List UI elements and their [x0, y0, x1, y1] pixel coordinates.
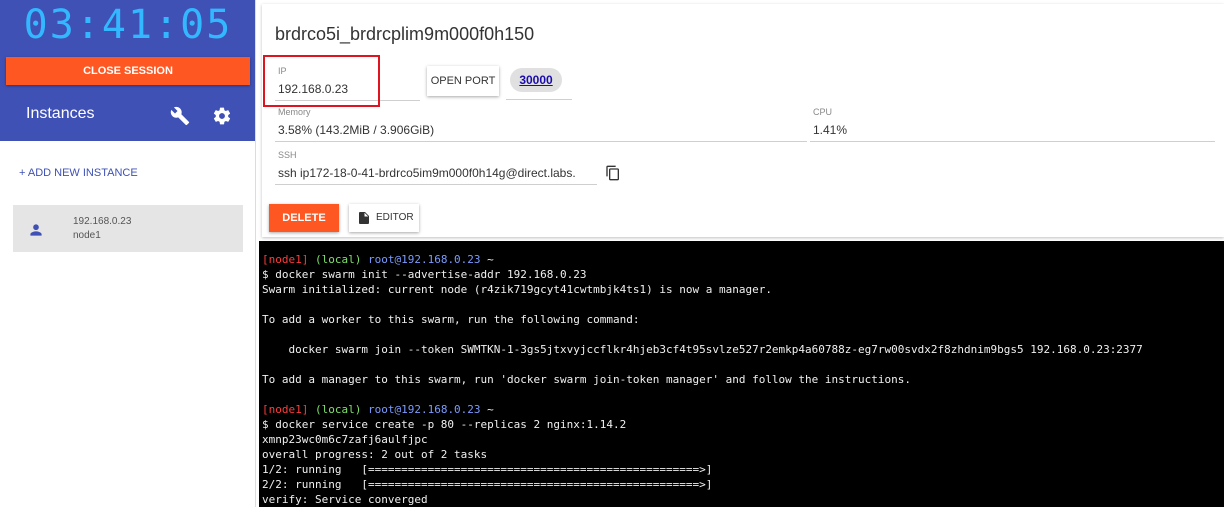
memory-value: 3.58% (143.2MiB / 3.906GiB)	[278, 123, 435, 137]
memory-label: Memory	[278, 107, 311, 117]
prompt-node: [node1]	[262, 253, 309, 266]
sidebar-header: 03:41:05 CLOSE SESSION Instances	[0, 0, 256, 141]
wrench-icon[interactable]	[170, 106, 190, 126]
terminal-command-line: $ docker swarm init --advertise-addr 192…	[262, 267, 1143, 282]
terminal-output-line: 1/2: running [==========================…	[262, 463, 713, 476]
prompt-host: root@192.168.0.23	[367, 253, 481, 266]
terminal-command-line: $ docker service create -p 80 --replicas…	[262, 418, 627, 431]
prompt-suffix: ~	[480, 403, 494, 416]
terminal-output-line: overall progress: 2 out of 2 tasks	[262, 448, 488, 461]
cpu-underline	[810, 141, 1215, 142]
terminal-output-line: 2/2: running [==========================…	[262, 478, 713, 491]
session-title: brdrco5i_brdrcplim9m000f0h150	[275, 24, 535, 44]
open-port-button[interactable]: OPEN PORT	[427, 66, 499, 96]
sidebar: 03:41:05 CLOSE SESSION Instances + ADD N…	[0, 0, 256, 507]
terminal-output-line: xmnp23wc0m6c7zafj6aulfjpc	[262, 433, 428, 446]
editor-label: EDITOR	[376, 212, 414, 223]
terminal-output-line: Swarm initialized: current node (r4zik71…	[262, 283, 772, 296]
cpu-label: CPU	[813, 107, 833, 117]
terminal[interactable]: [node1] (local) root@192.168.0.23 ~ $ doc…	[259, 241, 1224, 507]
ssh-label: SSH	[278, 150, 297, 160]
instance-list-item[interactable]: 192.168.0.23 node1	[13, 205, 243, 252]
instances-title: Instances	[26, 105, 95, 122]
prompt-scope: (local)	[314, 403, 362, 416]
terminal-output-line: docker swarm join --token SWMTKN-1-3gs5j…	[262, 343, 1143, 356]
memory-underline	[275, 141, 807, 142]
add-new-instance-link[interactable]: + ADD NEW INSTANCE	[19, 167, 138, 179]
prompt-scope: (local)	[314, 253, 362, 266]
command-text: $ docker swarm init --advertise-addr	[262, 268, 508, 281]
terminal-output: [node1] (local) root@192.168.0.23 ~ $ doc…	[262, 252, 1143, 507]
file-icon	[359, 212, 369, 224]
session-timer: 03:41:05	[23, 2, 233, 48]
ssh-underline	[275, 184, 597, 185]
person-icon	[30, 224, 42, 236]
ip-highlight-box	[263, 55, 380, 107]
instance-name: node1	[73, 230, 101, 241]
terminal-output-line: To add a manager to this swarm, run 'doc…	[262, 373, 912, 386]
instance-ip: 192.168.0.23	[73, 216, 132, 227]
advertise-addr: 192.168.0.23	[507, 268, 587, 281]
copy-icon[interactable]	[605, 164, 621, 182]
prompt-host: root@192.168.0.23	[367, 403, 481, 416]
close-session-button[interactable]: CLOSE SESSION	[6, 57, 250, 85]
instance-details-panel: brdrco5i_brdrcplim9m000f0h150 IP 192.168…	[262, 4, 1224, 237]
port-underline	[506, 99, 572, 100]
editor-button[interactable]: EDITOR	[349, 204, 419, 232]
terminal-output-line: To add a worker to this swarm, run the f…	[262, 313, 640, 326]
port-30000-link[interactable]: 30000	[510, 68, 562, 92]
cpu-value: 1.41%	[813, 123, 848, 137]
prompt-node: [node1]	[262, 403, 309, 416]
sidebar-divider	[255, 0, 256, 507]
gear-icon[interactable]	[212, 106, 232, 126]
terminal-prompt-line: [node1] (local) root@192.168.0.23 ~	[262, 402, 1143, 417]
prompt-suffix: ~	[480, 253, 494, 266]
delete-button[interactable]: DELETE	[269, 204, 339, 232]
terminal-output-line: verify: Service converged	[262, 493, 428, 506]
ssh-value[interactable]: ssh ip172-18-0-41-brdrco5im9m000f0h14g@d…	[278, 166, 598, 180]
terminal-prompt-line: [node1] (local) root@192.168.0.23 ~	[262, 252, 1143, 267]
